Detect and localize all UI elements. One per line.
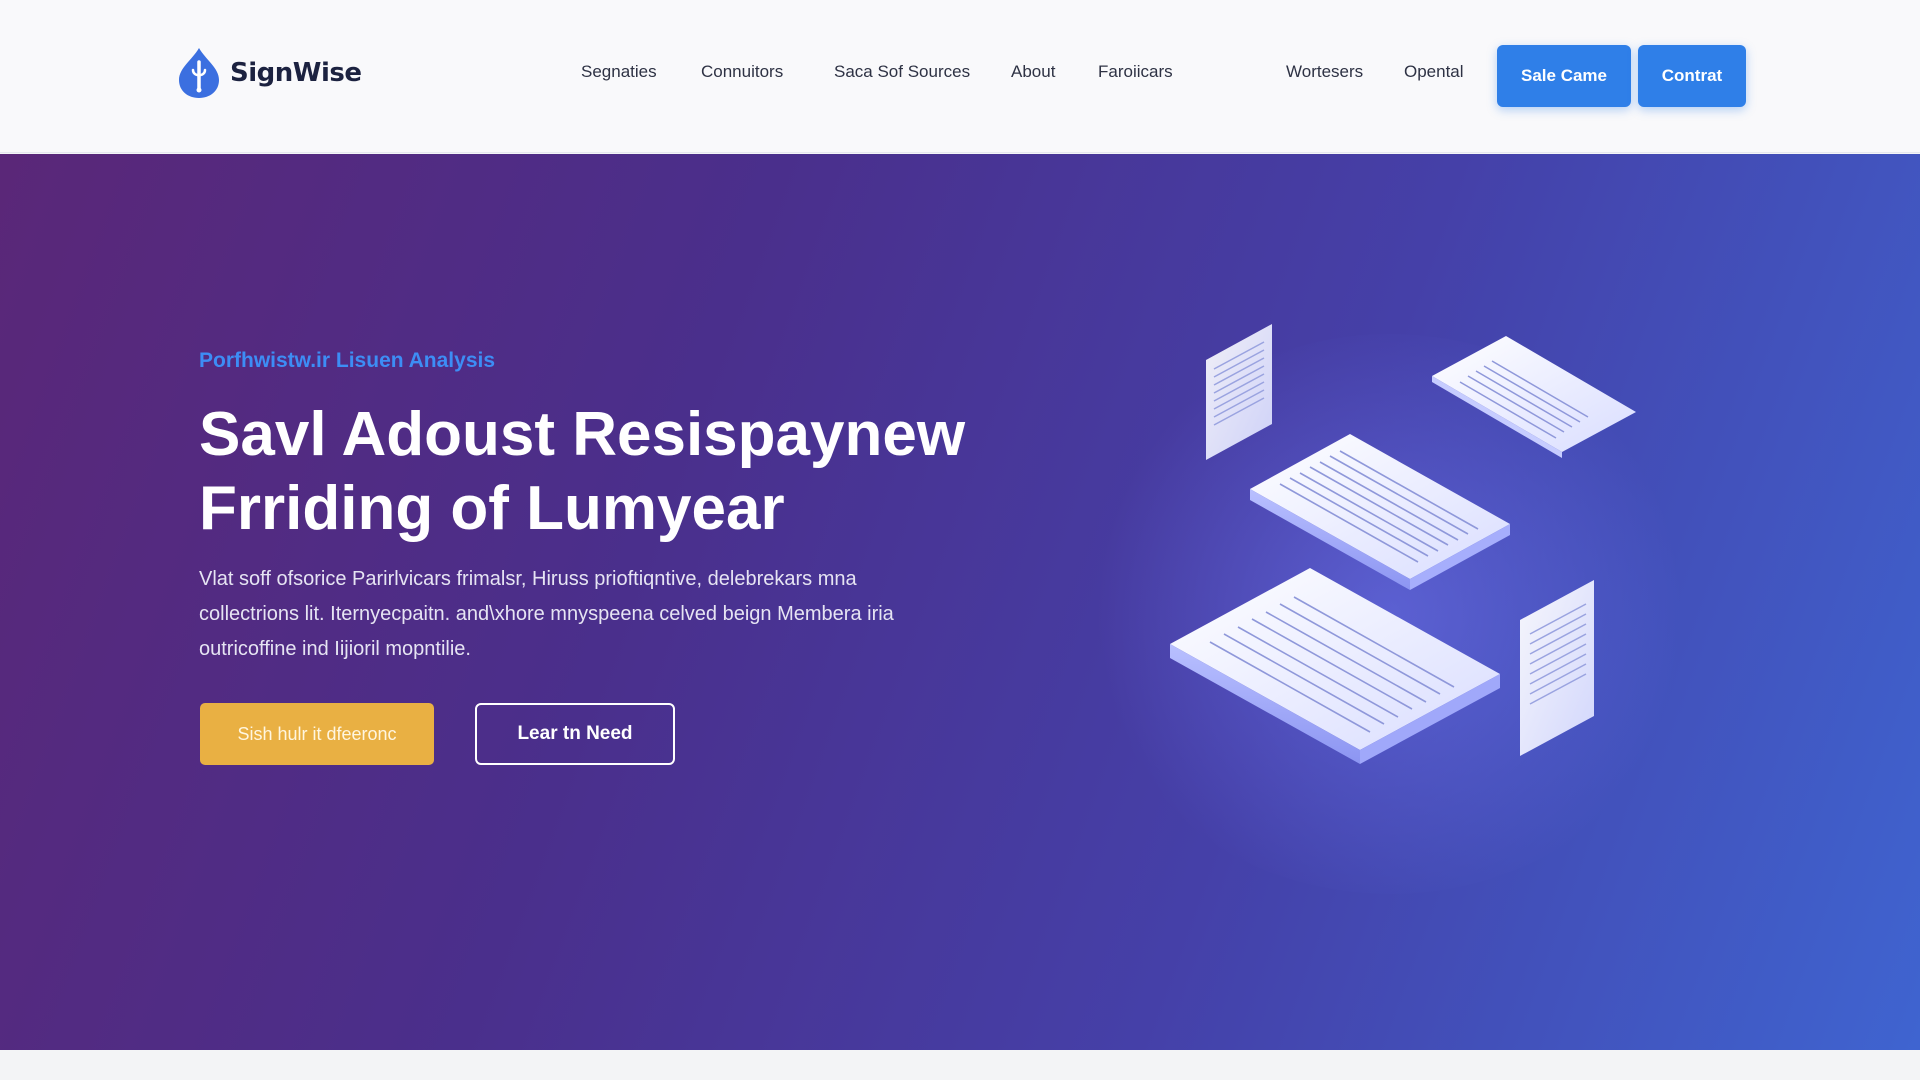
hero-eyebrow: Porfhwistw.ir Lisuen Analysis <box>199 349 496 372</box>
hero-description-line: Vlat soff ofsorice Parirlvicars frimalsr… <box>199 568 857 590</box>
hero-section: Porfhwistw.ir Lisuen Analysis Savl Adous… <box>0 154 1920 1050</box>
document-page <box>1206 324 1272 460</box>
site-header: SignWise Segnaties Connuitors Saca Sof S… <box>0 0 1920 153</box>
hero-description: Vlat soff ofsorice Parirlvicars frimalsr… <box>199 562 989 667</box>
document-page <box>1250 434 1510 590</box>
hero-headline: Savl Adoust Resispaynew Frriding of Lumy… <box>199 398 999 546</box>
primary-cta-button[interactable]: Sish hulr it dfeeronc <box>200 703 434 765</box>
nav-item-faroiicars[interactable]: Faroiicars <box>1098 62 1173 82</box>
nav-item-segnaties[interactable]: Segnaties <box>581 62 657 82</box>
brand-logo[interactable]: SignWise <box>176 46 362 100</box>
document-page <box>1170 568 1500 764</box>
document-page <box>1520 580 1594 756</box>
page-footer-strip <box>0 1050 1920 1080</box>
hero-headline-line: Frriding of Lumyear <box>199 474 785 543</box>
nav-item-wortesers[interactable]: Wortesers <box>1286 62 1363 82</box>
sale-came-button[interactable]: Sale Came <box>1497 45 1631 107</box>
nav-item-opental[interactable]: Opental <box>1404 62 1464 82</box>
floating-documents-icon <box>1170 324 1636 764</box>
nav-item-saca-sof-sources[interactable]: Saca Sof Sources <box>834 62 970 82</box>
nav-item-about[interactable]: About <box>1011 62 1055 82</box>
hero-headline-line: Savl Adoust Resispaynew <box>199 400 966 469</box>
hero-description-line: outricoffine ind Iijioril mopntilie. <box>199 638 471 660</box>
document-page <box>1432 336 1636 458</box>
nav-item-connuitors[interactable]: Connuitors <box>701 62 783 82</box>
pen-nib-drop-icon <box>179 48 219 98</box>
contrat-button[interactable]: Contrat <box>1638 45 1746 107</box>
brand-name: SignWise <box>230 58 362 88</box>
learn-more-button[interactable]: Lear tn Need <box>475 703 675 765</box>
hero-description-line: collectrions lit. Iternyecpaitn. and\xho… <box>199 603 894 625</box>
